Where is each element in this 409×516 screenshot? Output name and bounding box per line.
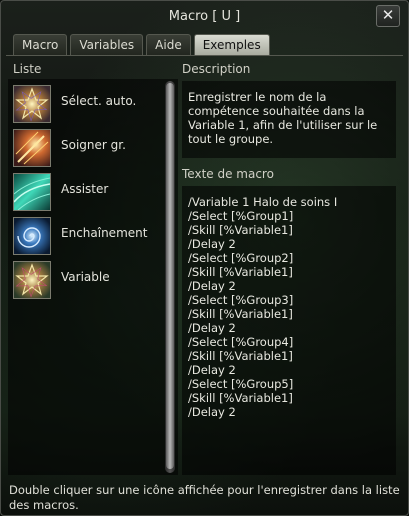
tab-divider <box>6 55 403 56</box>
heal-ray-icon[interactable] <box>13 129 51 167</box>
star-burst-icon[interactable] <box>13 261 51 299</box>
footer-hint: Double cliquer sur une icône affichée po… <box>9 483 400 512</box>
scrollbar-thumb[interactable] <box>166 83 174 469</box>
list-header: Liste <box>13 62 42 76</box>
list-item-label: Sélect. auto. <box>61 94 137 108</box>
macro-text-box: /Variable 1 Halo de soins I /Select [%Gr… <box>182 186 396 475</box>
tab-exemples[interactable]: Exemples <box>193 34 270 55</box>
swirl-icon[interactable] <box>13 217 51 255</box>
macro-window: Macro [ U ] ✕ Macro Variables Aide Exemp… <box>0 0 409 516</box>
description-box: Enregistrer le nom de la compétence souh… <box>182 81 396 158</box>
macro-line: /Select [%Group3] <box>188 293 294 307</box>
macro-line: /Select [%Group2] <box>188 251 294 265</box>
tab-variables[interactable]: Variables <box>70 34 144 55</box>
macro-line: /Skill [%Variable1] <box>188 223 293 237</box>
macro-line: /Variable 1 Halo de soins I <box>188 195 338 209</box>
list-item-label: Enchaînement <box>61 226 148 240</box>
list-item-label: Assister <box>61 182 109 196</box>
macro-line: /Delay 2 <box>188 279 236 293</box>
list-item-label: Soigner gr. <box>61 138 126 152</box>
window-title: Macro [ U ] <box>168 9 241 24</box>
list-item-select-auto[interactable]: Sélect. auto. <box>11 82 161 124</box>
macro-line: /Select [%Group1] <box>188 209 294 223</box>
list-scrollbar[interactable] <box>165 81 175 473</box>
list-item-label: Variable <box>61 270 110 284</box>
list-item-variable[interactable]: Variable <box>11 258 161 300</box>
macro-example-list: Sélect. auto. Soigner gr. Assister Encha… <box>8 79 178 475</box>
macro-line: /Delay 2 <box>188 321 236 335</box>
macro-line: /Delay 2 <box>188 363 236 377</box>
macro-line: /Skill [%Variable1] <box>188 307 293 321</box>
macro-text-header: Texte de macro <box>182 167 274 181</box>
tab-bar: Macro Variables Aide Exemples <box>13 34 270 56</box>
macro-line: /Select [%Group5] <box>188 377 294 391</box>
macro-line: /Skill [%Variable1] <box>188 265 293 279</box>
macro-line: /Delay 2 <box>188 237 236 251</box>
list-item-enchainement[interactable]: Enchaînement <box>11 214 161 256</box>
close-button[interactable]: ✕ <box>376 5 400 27</box>
description-text: Enregistrer le nom de la compétence souh… <box>188 90 378 146</box>
tab-macro[interactable]: Macro <box>13 34 68 55</box>
list-item-soigner-gr[interactable]: Soigner gr. <box>11 126 161 168</box>
macro-line: /Delay 2 <box>188 405 236 419</box>
list-item-assister[interactable]: Assister <box>11 170 161 212</box>
macro-line: /Skill [%Variable1] <box>188 391 293 405</box>
macro-line: /Skill [%Variable1] <box>188 349 293 363</box>
star-burst-icon[interactable] <box>13 85 51 123</box>
tab-aide[interactable]: Aide <box>146 34 191 55</box>
macro-line: /Select [%Group4] <box>188 335 294 349</box>
wave-icon[interactable] <box>13 173 51 211</box>
description-header: Description <box>182 62 251 76</box>
